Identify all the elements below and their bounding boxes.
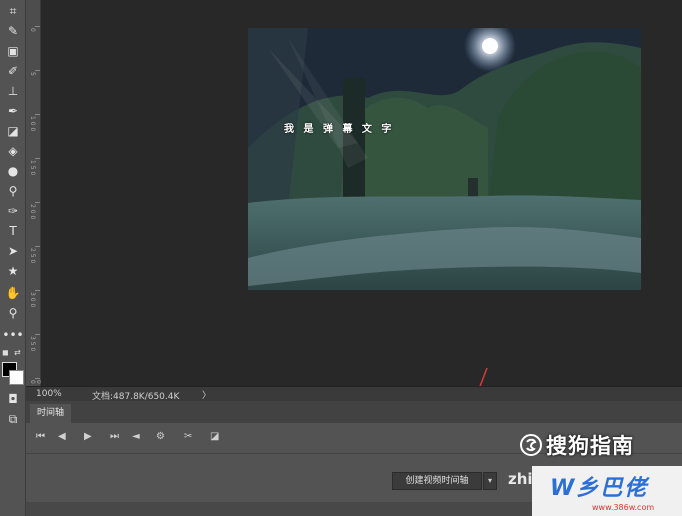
crop-icon[interactable]: ⌗ xyxy=(3,2,23,20)
background-color-swatch[interactable] xyxy=(9,370,24,385)
ruler-tick xyxy=(35,290,40,291)
ruler-label: 2 5 0 xyxy=(29,248,36,264)
ruler-label: 3 0 0 xyxy=(29,292,36,308)
ruler-tick xyxy=(35,246,40,247)
settings-icon[interactable]: ⚙ xyxy=(156,431,165,443)
next-frame-icon[interactable]: ⏭ xyxy=(110,431,119,443)
canvas-area[interactable]: 我 是 弹 幕 文 字 xyxy=(41,0,682,386)
tab-timeline[interactable]: 时间轴 xyxy=(30,404,72,423)
ruler-tick xyxy=(35,70,40,71)
play-icon[interactable]: ▶ xyxy=(84,431,92,443)
timeline-type-dropdown[interactable]: ▾ xyxy=(483,472,497,490)
ruler-tick xyxy=(35,334,40,335)
status-menu-arrow-icon[interactable]: 〉 xyxy=(202,388,211,401)
sogou-watermark: 搜狗指南 xyxy=(520,430,634,460)
create-video-timeline-button[interactable]: 创建视频时间轴 xyxy=(392,472,482,490)
marquee-icon[interactable]: ▣ xyxy=(3,42,23,60)
screen-mode-icon[interactable]: ⧉ xyxy=(3,410,23,428)
pen-icon[interactable]: ✑ xyxy=(3,202,23,220)
site-watermark: W乡巴佬 www.386w.com xyxy=(532,466,682,516)
ruler-label: 3 5 0 xyxy=(29,336,36,352)
eraser-icon[interactable]: ◪ xyxy=(3,122,23,140)
ruler-tick xyxy=(35,158,40,159)
type-icon[interactable]: T xyxy=(3,222,23,240)
ruler-tick xyxy=(35,114,40,115)
zoom-level[interactable]: 100% xyxy=(36,389,62,399)
brush-icon[interactable]: ✐ xyxy=(3,62,23,80)
status-bar: 100% 文档:487.8K/650.4K 〉 xyxy=(26,386,682,402)
more-tools-icon[interactable]: ••• xyxy=(2,326,23,344)
zoom-icon[interactable]: ⚲ xyxy=(3,304,23,322)
transition-icon[interactable]: ◪ xyxy=(210,431,219,443)
ruler-label: 1 5 0 xyxy=(29,160,36,176)
ruler-label: 0 xyxy=(29,28,36,32)
previous-frame-icon[interactable]: ◀ xyxy=(58,431,66,443)
paint-bucket-icon[interactable]: ◈ xyxy=(3,142,23,160)
swap-colors-icon[interactable]: ⇄ xyxy=(14,348,21,357)
ruler-label: 1 0 0 xyxy=(29,116,36,132)
tools-panel: ⌗ ✎ ▣ ✐ ⊥ ✒ ◪ ◈ ● ⚲ ✑ T ➤ ★ ✋ ⚲ ••• ◼ ⇄ ◘ ⧉ xyxy=(0,0,26,516)
overlay-text-layer[interactable]: 我 是 弹 幕 文 字 xyxy=(284,120,394,135)
ruler-tick xyxy=(35,378,40,379)
history-brush-icon[interactable]: ✒ xyxy=(3,102,23,120)
sogou-watermark-text: 搜狗指南 xyxy=(546,434,634,458)
path-selection-icon[interactable]: ➤ xyxy=(3,242,23,260)
zhi-watermark: zhi xyxy=(508,470,533,488)
timeline-tab-bar: 时间轴 xyxy=(26,401,682,423)
stamp-icon[interactable]: ⊥ xyxy=(3,82,23,100)
quick-mask-icon[interactable]: ◘ xyxy=(3,390,23,408)
audio-icon[interactable]: ◄ xyxy=(132,431,140,443)
default-colors-icon[interactable]: ◼ xyxy=(2,348,9,357)
ruler-tick xyxy=(35,202,40,203)
ruler-label: 5 xyxy=(29,72,36,76)
night-forest-image xyxy=(248,28,641,290)
blur-icon[interactable]: ● xyxy=(3,162,23,180)
site-watermark-title: W乡巴佬 xyxy=(550,476,649,501)
shape-icon[interactable]: ★ xyxy=(3,262,23,280)
eyedropper-icon[interactable]: ✎ xyxy=(3,22,23,40)
split-icon[interactable]: ✂ xyxy=(184,431,192,443)
site-watermark-url: www.386w.com xyxy=(592,503,655,512)
dodge-icon[interactable]: ⚲ xyxy=(3,182,23,200)
document-image[interactable]: 我 是 弹 幕 文 字 xyxy=(248,28,641,290)
sogou-logo-icon xyxy=(520,434,542,456)
go-to-first-frame-icon[interactable]: ⏮ xyxy=(36,431,45,443)
hand-icon[interactable]: ✋ xyxy=(3,284,23,302)
vertical-ruler: 051 0 01 5 02 0 02 5 03 0 03 5 04 0 0 xyxy=(26,0,48,386)
ruler-label: 2 0 0 xyxy=(29,204,36,220)
ruler-tick xyxy=(35,26,40,27)
